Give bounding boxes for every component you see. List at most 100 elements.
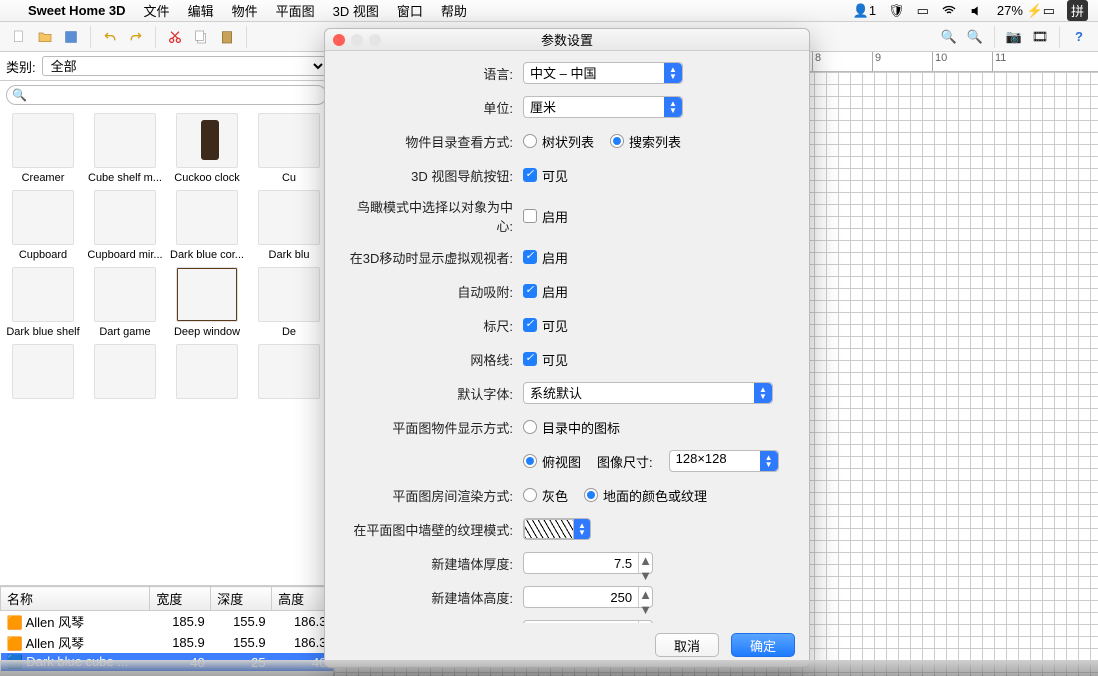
catalog-item-name: Cupboard [2, 249, 84, 261]
photo-button[interactable]: 📷 [1003, 26, 1025, 48]
show-observer-label: 在3D移动时显示虚拟观视者: [343, 248, 523, 267]
catalog-item[interactable]: Cupboard [2, 190, 84, 261]
video-button[interactable]: 🎞 [1029, 26, 1051, 48]
menu-window[interactable]: 窗口 [397, 1, 423, 20]
catalog-view-label: 物件目录查看方式: [343, 132, 523, 151]
room-floor-radio[interactable]: 地面的颜色或纹理 [584, 486, 707, 505]
input-method-icon[interactable]: 拼 [1067, 0, 1088, 21]
magnetism-check[interactable]: 启用 [523, 282, 568, 301]
catalog-thumb [176, 113, 238, 168]
catalog-item[interactable]: Dart game [84, 267, 166, 338]
catalog-item[interactable]: Dark blue cor... [166, 190, 248, 261]
wall-thickness-input[interactable]: ▲▼ [523, 552, 653, 574]
plan-icon-label: 平面图物件显示方式: [343, 418, 523, 437]
wall-thickness-label: 新建墙体厚度: [343, 554, 523, 573]
plan-catalog-icon-radio[interactable]: 目录中的图标 [523, 418, 620, 437]
catalog-search-radio[interactable]: 搜索列表 [610, 132, 681, 151]
catalog-item-name: Cuckoo clock [166, 172, 248, 184]
col-depth[interactable]: 深度 [211, 587, 272, 611]
menu-3dview[interactable]: 3D 视图 [333, 1, 379, 20]
mac-menubar: Sweet Home 3D 文件 编辑 物件 平面图 3D 视图 窗口 帮助 👤… [0, 0, 1098, 22]
catalog-item[interactable] [248, 344, 330, 403]
volume-icon[interactable] [969, 2, 985, 19]
catalog-item[interactable]: Dark blu [248, 190, 330, 261]
menu-file[interactable]: 文件 [144, 1, 170, 20]
wifi-icon[interactable] [941, 2, 957, 19]
close-icon[interactable] [333, 34, 345, 46]
menu-plan[interactable]: 平面图 [276, 1, 315, 20]
catalog-thumb [258, 344, 320, 399]
grid-check[interactable]: 可见 [523, 350, 568, 369]
catalog-tree-radio[interactable]: 树状列表 [523, 132, 594, 151]
catalog-item[interactable]: Cu [248, 113, 330, 184]
preferences-dialog: 参数设置 语言: 中文 – 中国▲▼ 单位: 厘米▲▼ 物件目录查看方式: 树状… [324, 28, 810, 668]
wall-height-input[interactable]: ▲▼ [523, 586, 653, 608]
wall-pattern-label: 在平面图中墙壁的纹理模式: [343, 520, 523, 539]
col-name[interactable]: 名称 [1, 587, 150, 611]
aerial-center-check[interactable]: 启用 [523, 207, 568, 226]
shield-icon[interactable]: 🛡 [888, 3, 905, 19]
font-label: 默认字体: [343, 384, 523, 403]
catalog-item-name: Cupboard mir... [84, 249, 166, 261]
open-button[interactable] [34, 26, 56, 48]
zoom-in-button[interactable]: 🔍 [938, 26, 960, 48]
undo-button[interactable] [99, 26, 121, 48]
desktop-shadow [0, 660, 1098, 676]
catalog-thumb [94, 190, 156, 245]
category-select[interactable]: 全部 [42, 56, 327, 76]
menu-help[interactable]: 帮助 [441, 1, 467, 20]
plan-topview-radio[interactable]: 俯视图 [523, 452, 581, 471]
unit-select[interactable]: 厘米▲▼ [523, 96, 683, 118]
notification-icon[interactable]: 👤1 [853, 3, 876, 19]
room-gray-radio[interactable]: 灰色 [523, 486, 568, 505]
magnetism-label: 自动吸附: [343, 282, 523, 301]
catalog-thumb [94, 113, 156, 168]
catalog-panel[interactable]: CreamerCube shelf m...Cuckoo clockCu Cupb… [0, 109, 333, 586]
maximize-icon [369, 34, 381, 46]
catalog-item[interactable] [166, 344, 248, 403]
nav-buttons-check[interactable]: 可见 [523, 166, 568, 185]
catalog-item-name: Dark blue shelf [2, 326, 84, 338]
app-name[interactable]: Sweet Home 3D [28, 3, 126, 18]
ok-button[interactable]: 确定 [731, 633, 795, 657]
catalog-item[interactable]: Dark blue shelf [2, 267, 84, 338]
copy-button[interactable] [190, 26, 212, 48]
help-button[interactable]: ? [1068, 26, 1090, 48]
catalog-item-name: Cube shelf m... [84, 172, 166, 184]
show-observer-check[interactable]: 启用 [523, 248, 568, 267]
wall-pattern-select[interactable]: ▲▼ [523, 518, 591, 540]
rulers-check[interactable]: 可见 [523, 316, 568, 335]
image-size-select[interactable]: 128×128▲▼ [669, 450, 779, 472]
minimize-icon [351, 34, 363, 46]
catalog-item[interactable]: Cube shelf m... [84, 113, 166, 184]
display-icon[interactable]: ▭ [917, 3, 929, 19]
catalog-thumb [258, 113, 320, 168]
catalog-item-name: Dart game [84, 326, 166, 338]
room-render-label: 平面图房间渲染方式: [343, 486, 523, 505]
menu-furniture[interactable]: 物件 [232, 1, 258, 20]
battery-status[interactable]: 27% ⚡▭ [997, 3, 1055, 19]
paste-button[interactable] [216, 26, 238, 48]
cut-button[interactable] [164, 26, 186, 48]
menu-edit[interactable]: 编辑 [188, 1, 214, 20]
cancel-button[interactable]: 取消 [655, 633, 719, 657]
catalog-thumb [176, 190, 238, 245]
catalog-item[interactable] [84, 344, 166, 403]
table-row[interactable]: 🟧 Allen 风琴185.9155.9186.3 [1, 611, 333, 633]
save-button[interactable] [60, 26, 82, 48]
catalog-item[interactable] [2, 344, 84, 403]
catalog-search-input[interactable] [6, 85, 327, 105]
catalog-item[interactable]: Cupboard mir... [84, 190, 166, 261]
table-row[interactable]: 🟧 Allen 风琴185.9155.9186.3 [1, 632, 333, 653]
catalog-item[interactable]: Creamer [2, 113, 84, 184]
catalog-item[interactable]: De [248, 267, 330, 338]
col-width[interactable]: 宽度 [150, 587, 211, 611]
zoom-out-button[interactable]: 🔍 [964, 26, 986, 48]
catalog-item[interactable]: Cuckoo clock [166, 113, 248, 184]
catalog-item[interactable]: Deep window [166, 267, 248, 338]
catalog-item-name: Cu [248, 172, 330, 184]
language-select[interactable]: 中文 – 中国▲▼ [523, 62, 683, 84]
font-select[interactable]: 系统默认▲▼ [523, 382, 773, 404]
new-button[interactable] [8, 26, 30, 48]
redo-button[interactable] [125, 26, 147, 48]
